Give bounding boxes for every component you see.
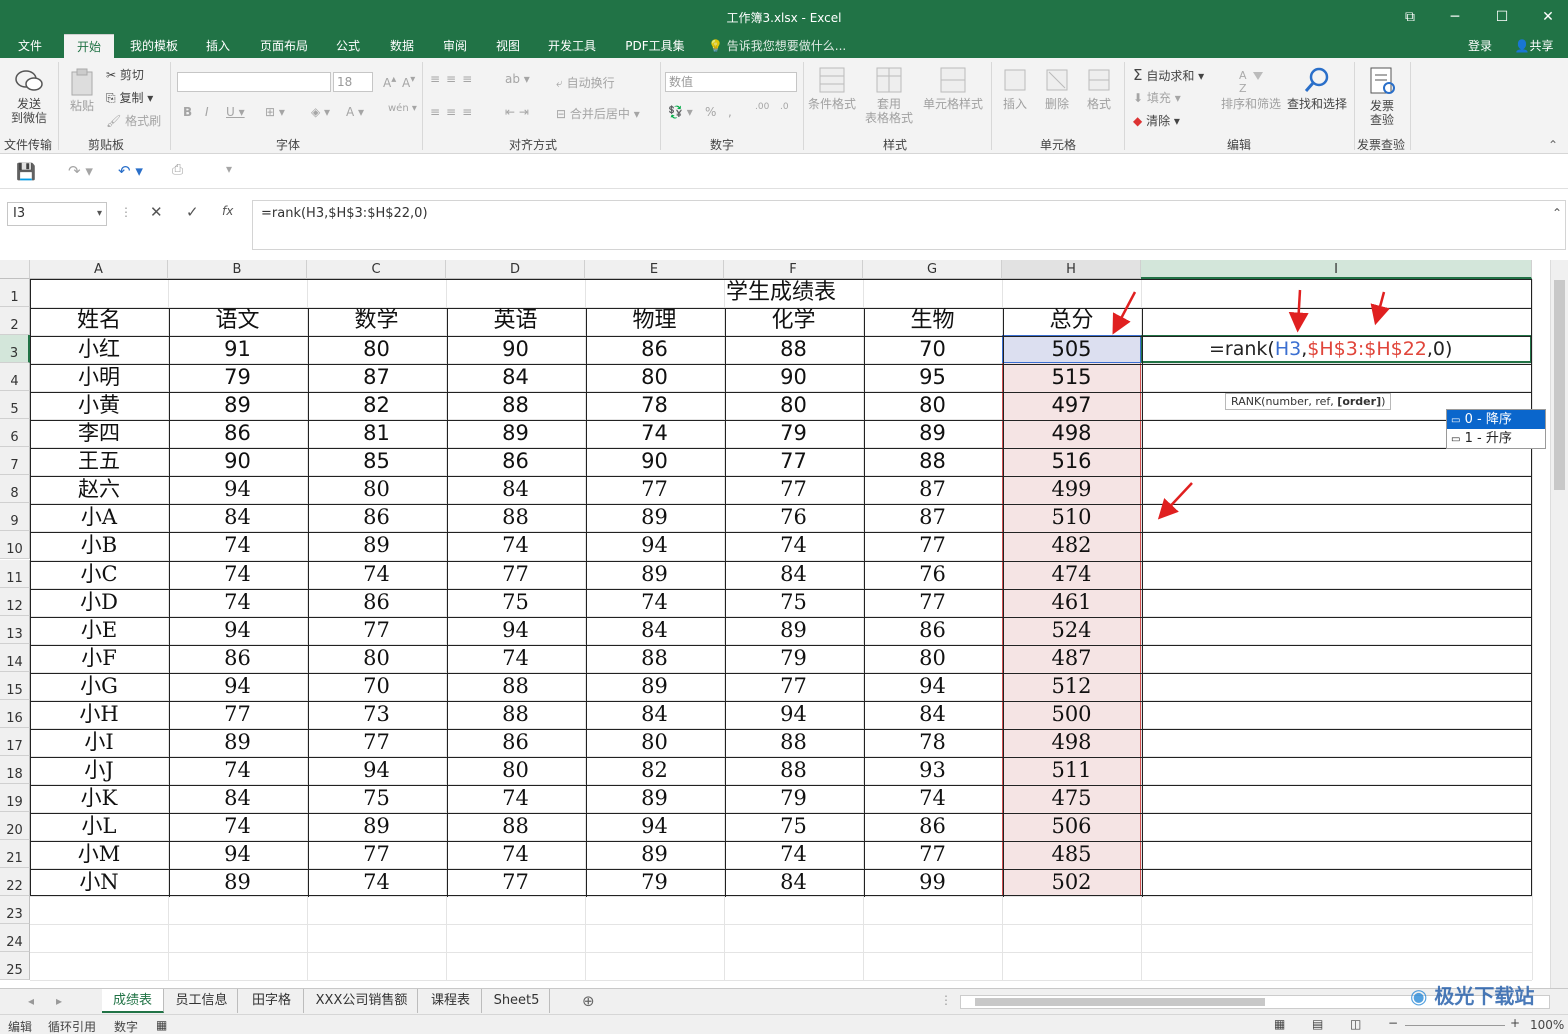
page-layout-view-icon[interactable]: ▤ xyxy=(1312,1017,1323,1031)
macro-record-icon[interactable]: ▦ xyxy=(156,1018,167,1032)
red-arrow-icon xyxy=(1288,289,1309,333)
prev-sheet-icon[interactable]: ◂ xyxy=(28,994,34,1008)
split-handle-icon[interactable]: ⋮ xyxy=(940,993,952,1007)
next-sheet-icon[interactable]: ▸ xyxy=(56,994,62,1008)
zoom-in-icon[interactable]: + xyxy=(1510,1016,1520,1030)
sheet-tab-grid[interactable]: 田字格 xyxy=(240,989,304,1013)
red-arrow-icon xyxy=(1112,291,1137,335)
sheet-tab-schedule[interactable]: 课程表 xyxy=(420,989,482,1013)
add-sheet-icon[interactable]: ⊕ xyxy=(582,992,595,1010)
normal-view-icon[interactable]: ▦ xyxy=(1274,1017,1285,1031)
sheet-tab-staff[interactable]: 员工信息 xyxy=(166,989,238,1013)
annotation-layer xyxy=(1112,289,1390,520)
sheet-tab-bar: ◂ ▸ 成绩表 员工信息 田字格 XXX公司销售额 课程表 Sheet5 ⊕ ⋮ xyxy=(0,988,1568,1014)
sheet-tab-scores[interactable]: 成绩表 xyxy=(102,989,164,1013)
watermark-icon: ◉ xyxy=(1410,984,1428,1008)
status-bar: 编辑 循环引用 数字 ▦ ▦ ▤ ◫ − + 100% xyxy=(0,1014,1568,1034)
zoom-slider[interactable] xyxy=(1405,1025,1505,1026)
sheet-tab-sheet5[interactable]: Sheet5 xyxy=(484,989,550,1013)
vertical-scroll-thumb[interactable] xyxy=(1554,280,1565,490)
page-break-view-icon[interactable]: ◫ xyxy=(1350,1017,1361,1031)
red-arrow-icon xyxy=(1370,291,1390,326)
watermark-text: 极光下载站 xyxy=(1434,984,1535,1008)
status-numlock: 数字 xyxy=(114,1020,139,1034)
horizontal-scroll-thumb[interactable] xyxy=(975,998,1265,1006)
watermark-logo: ◉ 极光下载站 xyxy=(1410,980,1534,1009)
status-mode: 编辑 xyxy=(8,1020,33,1034)
status-circular: 循环引用 xyxy=(48,1020,97,1034)
red-arrow-icon xyxy=(1157,482,1193,520)
zoom-level[interactable]: 100% xyxy=(1530,1018,1564,1032)
zoom-out-icon[interactable]: − xyxy=(1388,1016,1398,1030)
sheet-tab-sales[interactable]: XXX公司销售额 xyxy=(306,989,418,1013)
vertical-scrollbar[interactable] xyxy=(1550,260,1568,988)
